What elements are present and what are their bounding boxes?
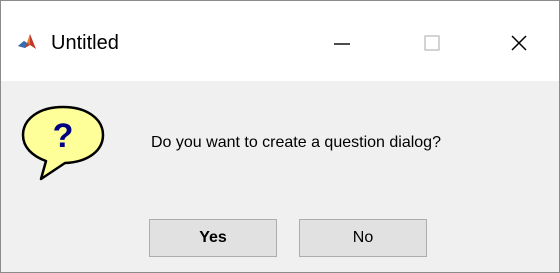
close-button[interactable]: [496, 23, 542, 63]
question-icon: ?: [21, 105, 105, 181]
maximize-icon: [424, 35, 440, 51]
dialog-message: Do you want to create a question dialog?: [151, 134, 441, 151]
close-icon: [511, 35, 527, 51]
window-title: Untitled: [51, 32, 119, 54]
yes-button[interactable]: Yes: [149, 219, 277, 257]
minimize-icon: [334, 43, 350, 45]
matlab-logo-icon: [17, 32, 37, 52]
dialog-content: ? Do you want to create a question dialo…: [1, 81, 559, 272]
question-dialog-window: Untitled ? Do you want to create a quest…: [0, 0, 560, 273]
minimize-button[interactable]: [319, 23, 365, 63]
maximize-button[interactable]: [409, 23, 455, 63]
question-mark-glyph: ?: [53, 117, 74, 155]
title-bar[interactable]: Untitled: [1, 1, 559, 81]
no-button[interactable]: No: [299, 219, 427, 257]
